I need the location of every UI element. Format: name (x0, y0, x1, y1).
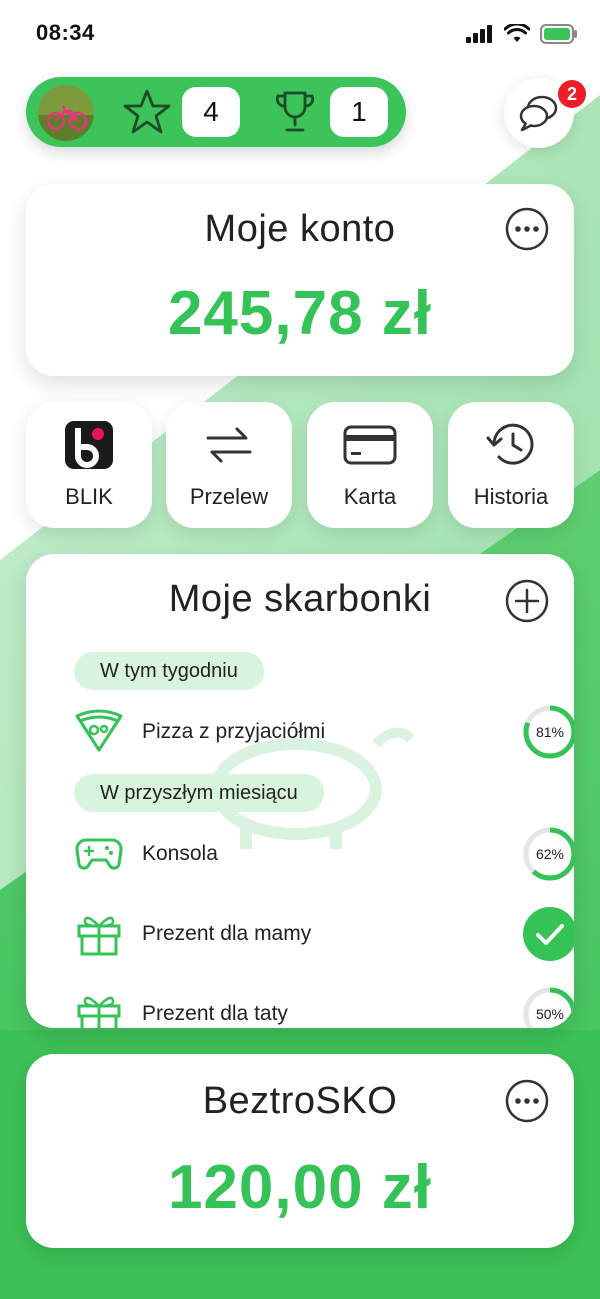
progress-ring: 81% (522, 704, 574, 760)
progress-label: 81% (535, 724, 565, 740)
action-card[interactable]: Karta (307, 402, 433, 528)
progress-ring: 62% (522, 826, 574, 882)
profile-stats-bar[interactable]: 4 1 (26, 77, 406, 147)
status-bar: 08:34 (0, 0, 600, 66)
action-label: BLIK (65, 484, 113, 509)
add-piggy-bank-icon[interactable] (504, 578, 550, 624)
checkmark-icon (523, 907, 574, 961)
gamepad-icon (75, 838, 123, 870)
status-time: 08:34 (36, 20, 95, 45)
chat-icon (519, 95, 558, 132)
progress-label: 62% (535, 846, 565, 862)
avatar[interactable] (38, 85, 94, 141)
completed-badge (522, 906, 574, 962)
status-icons (466, 24, 578, 44)
piggy-banks-title: Moje skarbonki (168, 578, 432, 620)
card-icon (343, 425, 397, 465)
trophy-icon (275, 91, 315, 132)
action-label: Karta (343, 484, 397, 509)
second-account-balance: 120,00 zł (167, 1153, 433, 1222)
gift-icon (77, 916, 121, 956)
piggy-bank-name: Prezent dla mamy (142, 922, 312, 945)
avatar-image (38, 85, 94, 141)
main-account-title: Moje konto (204, 208, 396, 250)
list-item[interactable]: Prezent dla mamy (26, 902, 574, 962)
progress-label: 50% (535, 1006, 565, 1022)
transfer-icon (206, 427, 252, 463)
list-item[interactable]: Konsola 62% (26, 822, 574, 882)
progress-ring: 50% (522, 986, 574, 1028)
piggy-bank-name: Konsola (142, 842, 218, 865)
main-account-card[interactable]: Moje konto 245,78 zł (26, 184, 574, 376)
blik-icon (65, 421, 113, 469)
stars-count: 4 (182, 87, 240, 137)
chat-badge: 2 (558, 80, 586, 108)
action-label: Historia (473, 484, 549, 509)
main-account-balance: 245,78 zł (167, 279, 433, 348)
list-item[interactable]: Prezent dla taty 50% (26, 982, 574, 1028)
more-options-icon[interactable] (504, 206, 550, 252)
piggy-bank-name: Pizza z przyjaciółmi (142, 720, 326, 743)
action-label: Przelew (189, 484, 269, 509)
battery-icon (540, 24, 577, 44)
piggy-bank-name: Prezent dla taty (142, 1002, 288, 1025)
piggy-banks-card: Moje skarbonki W tym tygodniu Pizza z pr… (26, 554, 574, 1028)
gift-icon (77, 996, 121, 1028)
action-blik[interactable]: BLIK (26, 402, 152, 528)
trophies-count: 1 (330, 87, 388, 137)
star-icon (123, 89, 171, 134)
second-account-title: BeztroSKO (202, 1080, 398, 1122)
action-history[interactable]: Historia (448, 402, 574, 528)
wifi-icon (504, 24, 530, 42)
section-this-week: W tym tygodniu (74, 652, 264, 690)
more-options-icon[interactable] (504, 1078, 550, 1124)
signal-icon (466, 25, 492, 43)
action-transfer[interactable]: Przelew (166, 402, 292, 528)
section-next-month: W przyszłym miesiącu (74, 774, 324, 812)
pizza-icon (75, 709, 123, 752)
history-icon (486, 423, 534, 465)
second-account-card[interactable]: BeztroSKO 120,00 zł (26, 1054, 574, 1248)
list-item[interactable]: Pizza z przyjaciółmi 81% (26, 700, 574, 760)
